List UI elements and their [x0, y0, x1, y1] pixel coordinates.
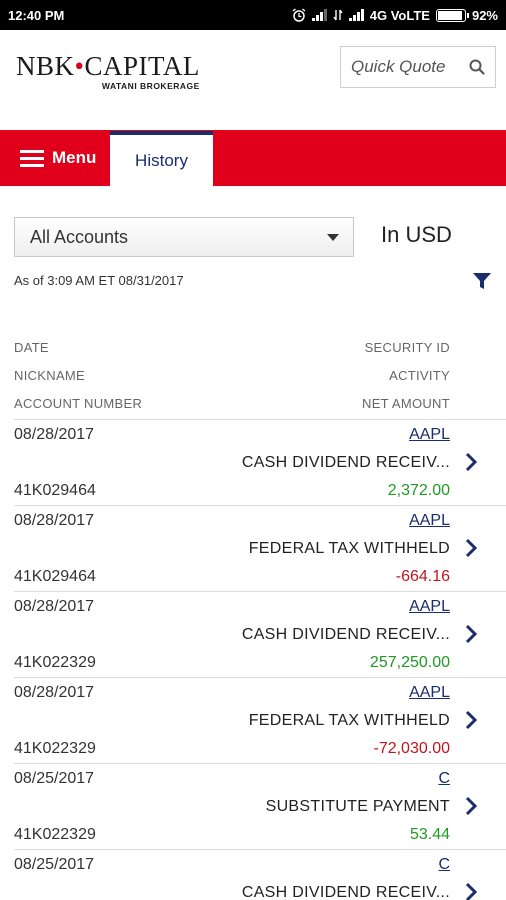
txn-security-link[interactable]: AAPL — [409, 512, 450, 530]
menu-label: Menu — [52, 148, 97, 167]
account-select-value: All Accounts — [30, 226, 129, 247]
column-header-row: DATE SECURITY ID — [14, 340, 450, 356]
column-nickname: NICKNAME — [14, 368, 86, 383]
currency-label: In USD — [381, 222, 452, 247]
column-header-row: NICKNAME ACTIVITY — [14, 368, 450, 384]
txn-security-link[interactable]: AAPL — [409, 598, 450, 616]
quick-quote-input[interactable]: Quick Quote — [340, 46, 496, 88]
txn-account: 41K022329 — [14, 740, 96, 757]
menu-button[interactable]: Menu — [20, 130, 96, 186]
txn-activity: FEDERAL TAX WITHHELD — [248, 712, 450, 729]
column-net-amount: NET AMOUNT — [362, 396, 450, 411]
txn-security-link[interactable]: C — [438, 856, 450, 874]
txn-account: 41K022329 — [14, 654, 96, 671]
nav-bar: Menu History — [0, 130, 506, 187]
battery-label: 92% — [471, 7, 498, 23]
transaction-row[interactable]: 08/28/2017 AAPL CASH DIVIDEND RECEIV... … — [0, 420, 506, 506]
status-indicators: 4G VoLTE 92% — [292, 8, 498, 23]
dropdown-caret-icon — [327, 234, 339, 241]
network-label: 4G VoLTE — [369, 7, 430, 23]
column-security-id: SECURITY ID — [364, 340, 450, 355]
txn-date: 08/28/2017 — [14, 684, 95, 701]
logo-nbk-text: NBK — [16, 51, 75, 81]
txn-amount: -664.16 — [395, 568, 450, 585]
hamburger-icon — [20, 149, 44, 167]
txn-amount: 2,372.00 — [387, 482, 450, 499]
column-activity: ACTIVITY — [389, 368, 450, 383]
transaction-row[interactable]: 08/25/2017 C SUBSTITUTE PAYMENT 41K02232… — [0, 764, 506, 850]
signal-icon — [311, 9, 327, 21]
chevron-right-icon[interactable] — [463, 537, 479, 559]
column-account-number: ACCOUNT NUMBER — [14, 396, 143, 411]
column-date: DATE — [14, 340, 49, 355]
nbk-capital-logo[interactable]: NBK•CAPITAL WATANI BROKERAGE — [16, 52, 200, 91]
account-select[interactable]: All Accounts — [14, 217, 354, 257]
search-icon[interactable] — [469, 59, 485, 75]
chevron-right-icon[interactable] — [463, 451, 479, 473]
chevron-right-icon[interactable] — [463, 795, 479, 817]
txn-date: 08/25/2017 — [14, 856, 95, 873]
quick-quote-placeholder: Quick Quote — [351, 57, 446, 76]
logo-subtitle: WATANI BROKERAGE — [101, 81, 200, 91]
status-time: 12:40 PM — [8, 7, 65, 23]
txn-activity: CASH DIVIDEND RECEIV... — [241, 626, 450, 643]
chevron-right-icon[interactable] — [463, 709, 479, 731]
txn-activity: CASH DIVIDEND RECEIV... — [241, 454, 450, 471]
as-of-timestamp: As of 3:09 AM ET 08/31/2017 — [14, 273, 184, 288]
txn-amount: 257,250.00 — [369, 654, 450, 671]
txn-security-link[interactable]: AAPL — [409, 426, 450, 444]
signal-icon — [348, 9, 364, 21]
transaction-row[interactable]: 08/25/2017 C CASH DIVIDEND RECEIV... — [0, 850, 506, 900]
data-icon — [333, 9, 343, 21]
battery-icon — [435, 8, 469, 22]
logo-capital-text: CAPITAL — [84, 51, 200, 81]
filter-icon[interactable] — [471, 270, 493, 292]
txn-date: 08/28/2017 — [14, 598, 95, 615]
tab-history[interactable]: History — [110, 131, 213, 187]
transaction-row[interactable]: 08/28/2017 AAPL FEDERAL TAX WITHHELD 41K… — [0, 506, 506, 592]
app-header: NBK•CAPITAL WATANI BROKERAGE Quick Quote — [0, 30, 506, 130]
alarm-icon — [292, 8, 306, 22]
column-header-row: ACCOUNT NUMBER NET AMOUNT — [14, 396, 450, 412]
txn-activity: CASH DIVIDEND RECEIV... — [241, 884, 450, 900]
logo-wordmark: NBK•CAPITAL — [16, 52, 200, 80]
txn-date: 08/28/2017 — [14, 426, 95, 443]
txn-security-link[interactable]: AAPL — [409, 684, 450, 702]
txn-amount: 53.44 — [409, 826, 450, 843]
chevron-right-icon[interactable] — [463, 881, 479, 900]
chevron-right-icon[interactable] — [463, 623, 479, 645]
history-tab-label: History — [135, 151, 188, 170]
txn-activity: SUBSTITUTE PAYMENT — [265, 798, 450, 815]
status-bar: 12:40 PM 4G VoLTE 92% — [0, 0, 506, 30]
transaction-row[interactable]: 08/28/2017 AAPL CASH DIVIDEND RECEIV... … — [0, 592, 506, 678]
transaction-row[interactable]: 08/28/2017 AAPL FEDERAL TAX WITHHELD 41K… — [0, 678, 506, 764]
txn-account: 41K022329 — [14, 826, 96, 843]
txn-security-link[interactable]: C — [438, 770, 450, 788]
txn-amount: -72,030.00 — [373, 740, 450, 757]
txn-activity: FEDERAL TAX WITHHELD — [248, 540, 450, 557]
txn-date: 08/28/2017 — [14, 512, 95, 529]
txn-date: 08/25/2017 — [14, 770, 95, 787]
txn-account: 41K029464 — [14, 568, 96, 585]
logo-dot: • — [74, 51, 85, 81]
txn-account: 41K029464 — [14, 482, 96, 499]
